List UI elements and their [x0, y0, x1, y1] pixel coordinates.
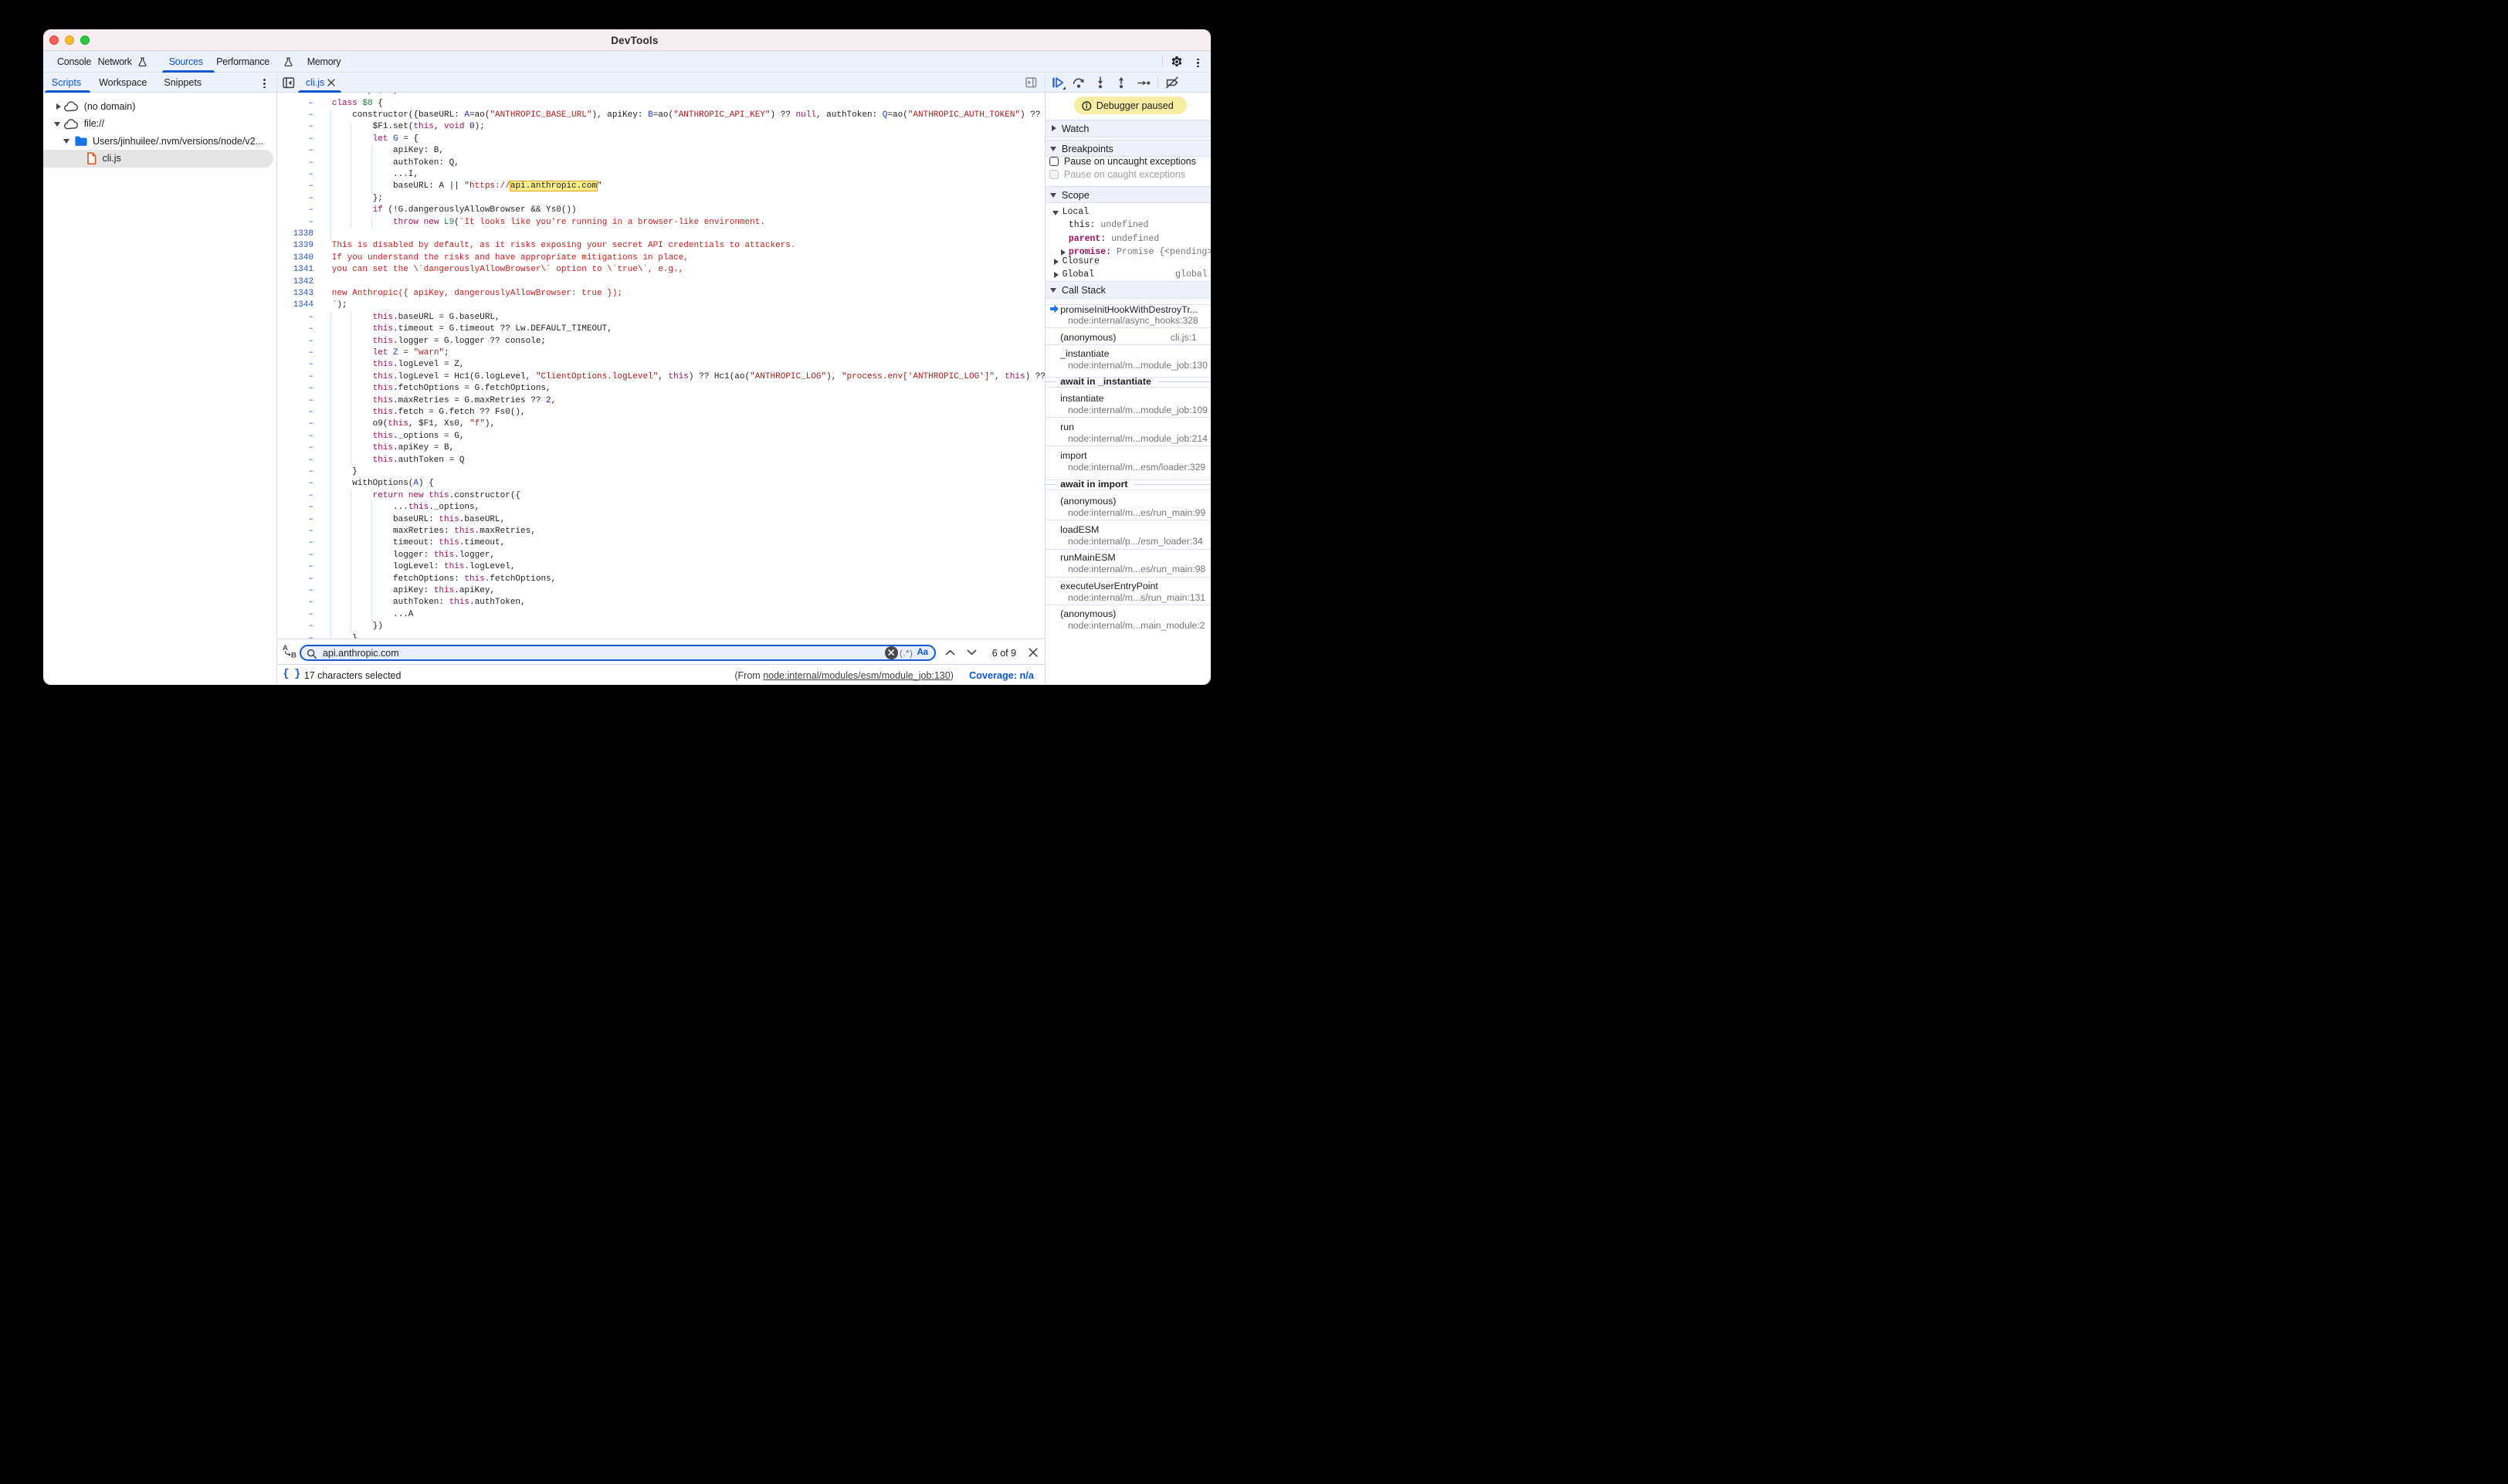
svg-text:B: B — [291, 651, 297, 658]
